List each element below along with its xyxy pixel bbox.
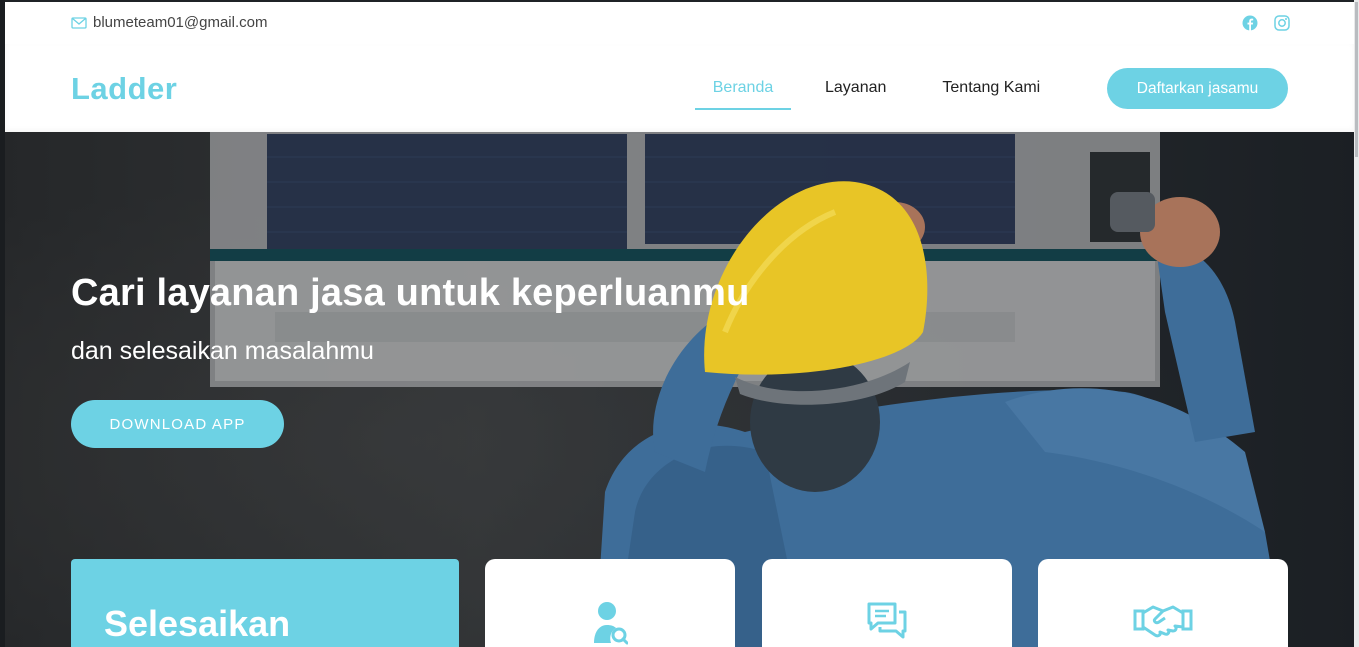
page: blumeteam01@gmail.com Ladder Beranda Lay…	[5, 2, 1354, 647]
hero-subtitle: dan selesaikan masalahmu	[71, 337, 374, 365]
contact-email-text: blumeteam01@gmail.com	[93, 14, 268, 31]
main-nav: Beranda Layanan Tentang Kami	[695, 44, 1058, 132]
hero-title: Cari layanan jasa untuk keperluanmu	[71, 272, 750, 314]
register-service-button[interactable]: Daftarkan jasamu	[1107, 68, 1288, 109]
feature-card-search[interactable]	[485, 559, 735, 647]
nav-item-tentang-kami[interactable]: Tentang Kami	[924, 44, 1058, 132]
user-search-icon	[594, 602, 628, 645]
envelope-icon	[71, 16, 87, 29]
feature-highlight-card: Selesaikan	[71, 559, 459, 647]
facebook-icon[interactable]	[1242, 15, 1258, 31]
nav-item-beranda[interactable]: Beranda	[695, 44, 791, 132]
hero-section: Cari layanan jasa untuk keperluanmu dan …	[5, 132, 1354, 647]
feature-card-chat[interactable]	[762, 559, 1012, 647]
social-links	[1242, 15, 1290, 31]
top-bar: blumeteam01@gmail.com	[5, 2, 1354, 44]
site-header: Ladder Beranda Layanan Tentang Kami Daft…	[5, 44, 1354, 132]
contact-email[interactable]: blumeteam01@gmail.com	[71, 14, 267, 31]
instagram-icon[interactable]	[1274, 15, 1290, 31]
scrollbar-thumb[interactable]	[1355, 2, 1358, 157]
nav-item-layanan[interactable]: Layanan	[807, 44, 904, 132]
download-app-button[interactable]: DOWNLOAD APP	[71, 400, 284, 448]
feature-card-deal[interactable]	[1038, 559, 1288, 647]
feature-highlight-title: Selesaikan	[104, 603, 291, 644]
handshake-icon	[1133, 605, 1193, 638]
scrollbar[interactable]	[1354, 0, 1359, 647]
chat-bubbles-icon	[867, 602, 907, 639]
logo[interactable]: Ladder	[71, 71, 177, 107]
